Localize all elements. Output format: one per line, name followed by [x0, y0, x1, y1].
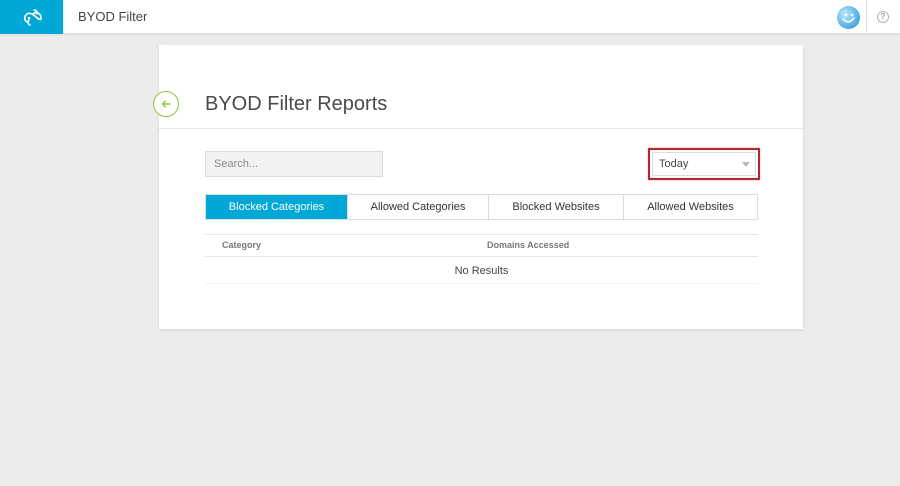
infinity-swirl-icon — [23, 9, 42, 26]
header-divider-line — [159, 128, 803, 129]
column-header-category[interactable]: Category — [222, 239, 261, 251]
tab-blocked-websites[interactable]: Blocked Websites — [489, 195, 624, 219]
table-top-line — [205, 234, 758, 235]
header-divider — [866, 0, 867, 34]
empty-results-message: No Results — [454, 265, 509, 277]
chevron-down-icon — [742, 162, 750, 167]
report-tabs: Blocked Categories Allowed Categories Bl… — [205, 194, 758, 220]
tab-allowed-categories[interactable]: Allowed Categories — [348, 195, 489, 219]
app-title: BYOD Filter — [78, 9, 148, 24]
top-bar: BYOD Filter ? — [0, 0, 900, 34]
date-range-value: Today — [659, 158, 689, 170]
arrow-left-icon — [161, 100, 171, 108]
reports-card — [159, 45, 803, 329]
tab-blocked-categories[interactable]: Blocked Categories — [206, 195, 348, 219]
date-range-select[interactable]: Today — [652, 152, 756, 176]
table-header-line — [205, 256, 758, 257]
search-input[interactable] — [205, 151, 383, 177]
tab-allowed-websites[interactable]: Allowed Websites — [624, 195, 757, 219]
logo[interactable] — [0, 0, 63, 34]
question-mark-icon[interactable]: ? — [877, 11, 889, 23]
smiley-avatar-icon[interactable] — [837, 6, 860, 29]
column-header-domains-accessed[interactable]: Domains Accessed — [487, 239, 569, 251]
page-title: BYOD Filter Reports — [205, 93, 388, 115]
back-button[interactable] — [153, 91, 179, 117]
table-bottom-line — [205, 283, 758, 284]
